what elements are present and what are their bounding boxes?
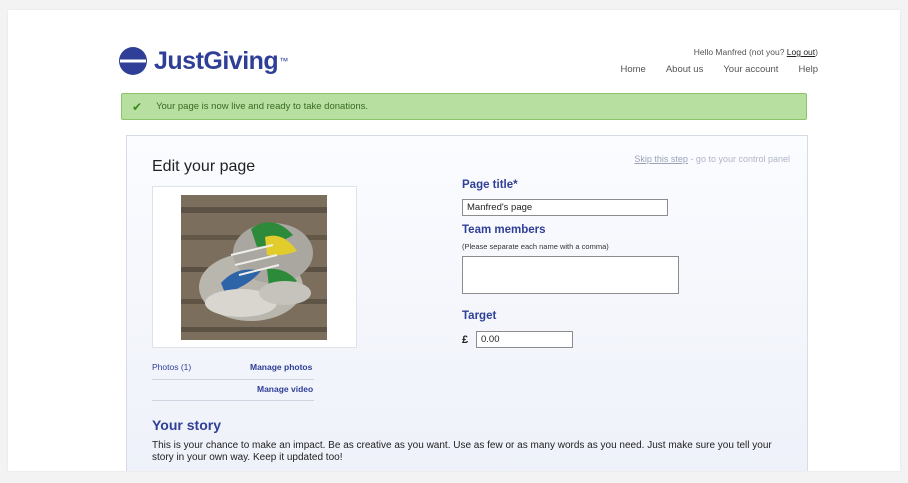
success-alert: ✔ Your page is now live and ready to tak…	[121, 93, 807, 120]
manage-video-link[interactable]: Manage video	[257, 384, 313, 394]
team-members-hint: (Please separate each name with a comma)	[462, 242, 609, 251]
nav-your-account[interactable]: Your account	[723, 64, 778, 75]
edit-page-panel: Edit your page Skip this step - go to yo…	[126, 135, 808, 471]
page-title-input[interactable]	[462, 199, 668, 216]
divider	[152, 379, 314, 380]
nav-about-us[interactable]: About us	[666, 64, 704, 75]
photo-frame	[152, 186, 357, 348]
user-greeting: Hello Manfred (not you? Log out)	[694, 47, 818, 57]
greeting-end: )	[815, 47, 818, 57]
page-title: Edit your page	[152, 158, 256, 175]
manage-photos-link[interactable]: Manage photos	[250, 362, 312, 372]
page: JustGiving ™ Hello Manfred (not you? Log…	[8, 10, 900, 471]
your-story-description: This is your chance to make an impact. B…	[152, 440, 772, 463]
nav-help[interactable]: Help	[798, 64, 818, 75]
divider	[152, 400, 314, 401]
justgiving-logo[interactable]: JustGiving ™	[118, 46, 288, 76]
photos-count: Photos (1)	[152, 362, 192, 372]
team-members-textarea[interactable]	[462, 256, 679, 294]
page-title-label: Page title*	[462, 179, 518, 191]
logo-text: JustGiving	[154, 46, 279, 75]
skip-step-text: - go to your control panel	[687, 154, 790, 164]
nav-home[interactable]: Home	[621, 64, 646, 75]
your-story-heading: Your story	[152, 417, 221, 433]
greeting-text: Hello Manfred (not you?	[693, 47, 787, 57]
skip-step: Skip this step - go to your control pane…	[634, 154, 790, 164]
sneakers-photo	[181, 195, 327, 340]
check-icon: ✔	[132, 99, 143, 114]
target-input[interactable]	[476, 331, 573, 348]
alert-message: Your page is now live and ready to take …	[156, 101, 369, 112]
team-members-label: Team members	[462, 224, 546, 236]
skip-step-link[interactable]: Skip this step	[634, 154, 688, 164]
logo-icon	[119, 47, 147, 75]
logout-link[interactable]: Log out	[787, 47, 815, 57]
currency-symbol: £	[462, 334, 469, 346]
target-label: Target	[462, 310, 497, 322]
top-nav: Home About us Your account Help	[621, 64, 819, 75]
logo-trademark: ™	[279, 56, 289, 66]
